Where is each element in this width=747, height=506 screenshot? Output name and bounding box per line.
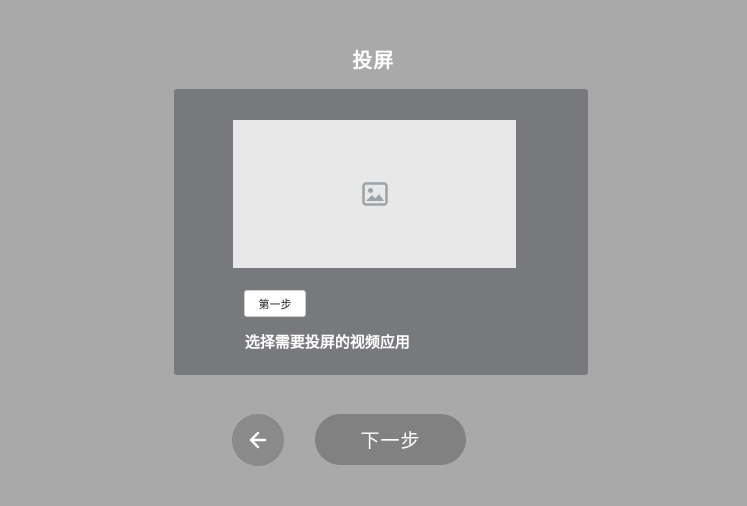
back-button[interactable]: [232, 414, 284, 466]
step-description: 选择需要投屏的视频应用: [245, 333, 411, 351]
step-badge: 第一步: [244, 290, 306, 317]
page-title: 投屏: [352, 48, 395, 72]
arrow-left-icon: [247, 429, 269, 451]
image-icon: [361, 182, 388, 206]
next-button[interactable]: 下一步: [315, 414, 466, 465]
image-placeholder: [233, 120, 516, 268]
instruction-card: 第一步 选择需要投屏的视频应用: [174, 89, 588, 375]
